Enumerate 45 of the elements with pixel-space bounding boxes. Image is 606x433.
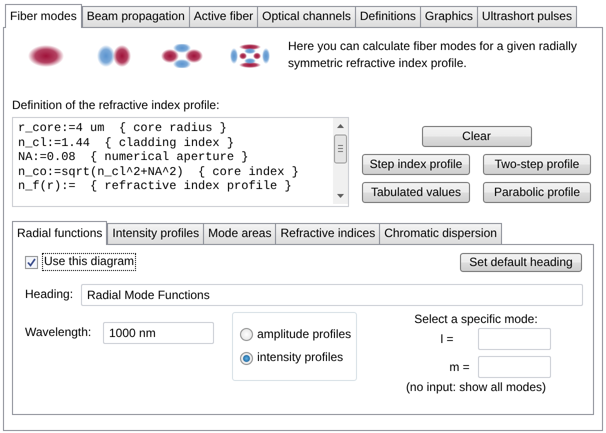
tab[interactable]: Fiber modes bbox=[5, 4, 82, 28]
tab[interactable]: Active fiber bbox=[188, 6, 258, 27]
tab[interactable]: Definitions bbox=[354, 6, 421, 27]
tab[interactable]: Ultrashort pulses bbox=[476, 6, 577, 27]
wavelength-label: Wavelength: bbox=[24, 324, 92, 340]
use-diagram-checkbox[interactable] bbox=[25, 256, 38, 269]
use-diagram-label[interactable]: Use this diagram bbox=[42, 253, 136, 272]
code-line: n_co:=sqrt(n_cl^2+NA^2) { core index } bbox=[18, 164, 300, 180]
heading-label: Heading: bbox=[24, 286, 74, 303]
profile-button[interactable]: Two-step profile bbox=[483, 154, 591, 176]
tab[interactable]: Optical channels bbox=[257, 6, 356, 27]
tab[interactable]: Beam propagation bbox=[82, 6, 190, 27]
profile-button[interactable]: Parabolic profile bbox=[483, 182, 591, 204]
heading-field[interactable]: Radial Mode Functions bbox=[81, 284, 583, 306]
profile-button[interactable]: Step index profile bbox=[362, 154, 470, 176]
wavelength-field[interactable]: 1000 nm bbox=[103, 322, 214, 344]
profile-button[interactable]: Tabulated values bbox=[362, 182, 470, 204]
code-line: r_core:=4 um { core radius } bbox=[18, 121, 228, 136]
tab[interactable]: Intensity profiles bbox=[107, 223, 204, 244]
tab[interactable]: Refractive indices bbox=[275, 223, 380, 244]
radio-label[interactable]: intensity profiles bbox=[257, 350, 344, 366]
profile-definition-label: Definition of the refractive index profile: bbox=[12, 98, 220, 114]
m-field[interactable] bbox=[478, 356, 552, 378]
code-line: n_f(r):= { refractive index profile } bbox=[18, 179, 293, 194]
radio-button[interactable] bbox=[240, 328, 254, 342]
description-text: Here you can calculate fiber modes for a given radially symmetric refractive index profile. bbox=[288, 38, 578, 72]
profile-editor[interactable]: r_core:=4 um { core radius } n_cl:=1.44 { cladding index } NA:=0.08 { numerical aperture } n_co:=sqrt(n_cl^2+NA^2) { core index } n_f(r):= { refractive index profile } bbox=[12, 117, 349, 208]
code-line: NA:=0.08 { numerical aperture } bbox=[18, 150, 250, 165]
mode-pattern-drawing bbox=[160, 44, 204, 68]
mode-pattern-drawing bbox=[228, 44, 272, 68]
code-line: n_cl:=1.44 { cladding index } bbox=[18, 136, 236, 150]
set-default-heading-button[interactable]: Set default heading bbox=[460, 252, 582, 272]
clear-button[interactable]: Clear bbox=[422, 126, 532, 148]
l-label: l = bbox=[440, 332, 454, 348]
radio-label[interactable]: amplitude profiles bbox=[257, 326, 352, 342]
m-label: m = bbox=[448, 360, 471, 376]
tab[interactable]: Radial functions bbox=[12, 221, 108, 245]
radio-button[interactable] bbox=[240, 352, 254, 365]
mode-selection-title: Select a specific mode: bbox=[414, 312, 538, 328]
l-field[interactable] bbox=[478, 328, 552, 350]
scrollbar[interactable] bbox=[333, 118, 348, 204]
mode-selection-note: (no input: show all modes) bbox=[406, 380, 546, 396]
tab[interactable]: Mode areas bbox=[203, 223, 276, 244]
tab[interactable]: Chromatic dispersion bbox=[379, 223, 502, 244]
tab[interactable]: Graphics bbox=[420, 6, 478, 27]
